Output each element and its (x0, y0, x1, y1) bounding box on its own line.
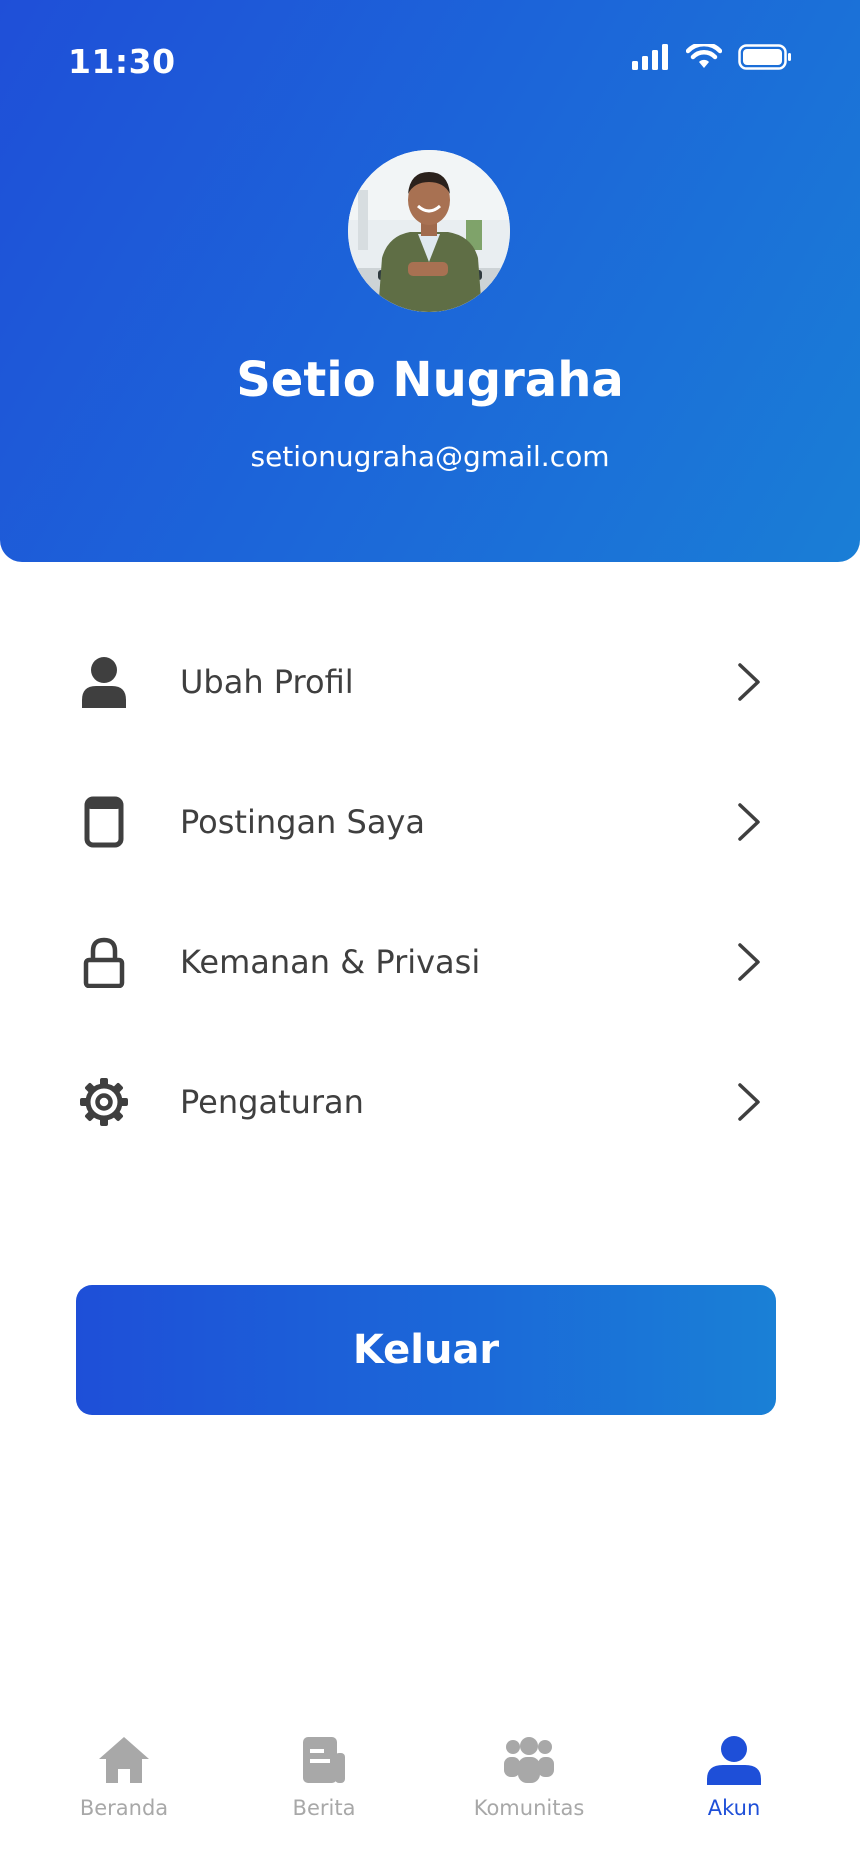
chevron-right-icon (738, 943, 760, 981)
account-icon (644, 1730, 824, 1790)
account-menu: Ubah Profil Postingan Saya Kemanan & Pri… (0, 612, 860, 1172)
status-icons (632, 44, 792, 70)
menu-item-security-privacy[interactable]: Kemanan & Privasi (0, 892, 860, 1032)
avatar[interactable] (348, 150, 510, 312)
nav-item-komunitas[interactable]: Komunitas (439, 1730, 619, 1820)
menu-item-label: Kemanan & Privasi (180, 943, 481, 981)
battery-icon (738, 44, 791, 70)
chevron-right-icon (738, 663, 760, 701)
bottom-nav: Beranda Berita Komunitas Akun (0, 1730, 860, 1864)
nav-label: Akun (707, 1796, 761, 1820)
community-icon (439, 1730, 619, 1790)
nav-label: Beranda (79, 1796, 169, 1820)
signal-icon (632, 44, 668, 70)
menu-item-edit-profile[interactable]: Ubah Profil (0, 612, 860, 752)
profile-name: Setio Nugraha (236, 352, 624, 408)
nav-item-akun[interactable]: Akun (644, 1730, 824, 1820)
lock-icon (78, 936, 130, 988)
menu-item-label: Pengaturan (180, 1083, 364, 1121)
profile-email: setionugraha@gmail.com (250, 440, 610, 473)
menu-item-my-posts[interactable]: Postingan Saya (0, 752, 860, 892)
profile-header: 11:30 Setio Nugraha setionugraha@gmail.c… (0, 0, 860, 562)
chevron-right-icon (738, 803, 760, 841)
nav-item-beranda[interactable]: Beranda (34, 1730, 214, 1820)
logout-button[interactable]: Keluar (76, 1285, 776, 1415)
avatar-photo (348, 150, 510, 312)
nav-label: Berita (292, 1796, 356, 1820)
document-icon (78, 796, 130, 848)
wifi-icon (686, 44, 722, 68)
menu-item-label: Ubah Profil (180, 663, 354, 701)
gear-icon (78, 1076, 130, 1128)
menu-item-settings[interactable]: Pengaturan (0, 1032, 860, 1172)
chevron-right-icon (738, 1083, 760, 1121)
nav-item-berita[interactable]: Berita (234, 1730, 414, 1820)
logout-button-label: Keluar (352, 1327, 500, 1373)
home-icon (34, 1730, 214, 1790)
nav-label: Komunitas (473, 1796, 585, 1820)
person-icon (78, 656, 130, 708)
news-icon (234, 1730, 414, 1790)
menu-item-label: Postingan Saya (180, 803, 425, 841)
status-time: 11:30 (68, 42, 176, 81)
